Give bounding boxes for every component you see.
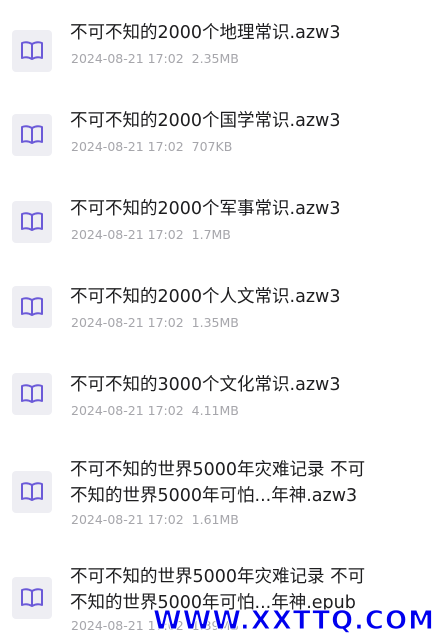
book-icon bbox=[12, 286, 52, 328]
watermark-text: WWW.XXTTQ.COM bbox=[153, 606, 435, 637]
file-list: 不可不知的2000个地理常识.azw3 2024-08-21 17:02 2.35… bbox=[0, 0, 441, 640]
file-size: 707KB bbox=[191, 139, 233, 154]
file-meta: 2024-08-21 17:02 4.11MB bbox=[71, 403, 239, 418]
file-name: 不可不知的2000个地理常识.azw3 bbox=[70, 23, 341, 43]
file-date: 2024-08-21 17:02 bbox=[71, 51, 184, 66]
file-size: 1.7MB bbox=[191, 227, 231, 242]
file-date: 2024-08-21 17:02 bbox=[71, 315, 184, 330]
file-meta: 2024-08-21 17:02 2.35MB bbox=[71, 51, 239, 66]
book-icon bbox=[12, 30, 52, 72]
file-name: 不可不知的2000个军事常识.azw3 bbox=[70, 199, 341, 219]
file-name: 不可不知的2000个人文常识.azw3 bbox=[70, 287, 341, 307]
file-date: 2024-08-21 17:02 bbox=[71, 403, 184, 418]
book-icon bbox=[12, 201, 52, 243]
file-name: 不可不知的2000个国学常识.azw3 bbox=[70, 111, 341, 131]
file-size: 1.61MB bbox=[191, 512, 239, 527]
file-meta: 2024-08-21 17:02 707KB bbox=[71, 139, 232, 154]
file-date: 2024-08-21 17:02 bbox=[71, 139, 184, 154]
file-size: 2.35MB bbox=[191, 51, 239, 66]
file-meta: 2024-08-21 17:02 1.7MB bbox=[71, 227, 231, 242]
file-meta: 2024-08-21 17:02 1.61MB bbox=[71, 512, 239, 527]
book-icon bbox=[12, 373, 52, 415]
file-date: 2024-08-21 17:02 bbox=[71, 227, 184, 242]
file-name: 不可不知的3000个文化常识.azw3 bbox=[70, 375, 341, 395]
file-meta: 2024-08-21 17:02 1.35MB bbox=[71, 315, 239, 330]
file-size: 4.11MB bbox=[191, 403, 239, 418]
file-date: 2024-08-21 17:02 bbox=[71, 512, 184, 527]
file-size: 1.35MB bbox=[191, 315, 239, 330]
book-icon bbox=[12, 471, 52, 513]
file-name: 不可不知的世界5000年灾难记录 不可 不知的世界5000年可怕...年神.az… bbox=[70, 460, 366, 506]
book-icon bbox=[12, 577, 52, 619]
book-icon bbox=[12, 114, 52, 156]
